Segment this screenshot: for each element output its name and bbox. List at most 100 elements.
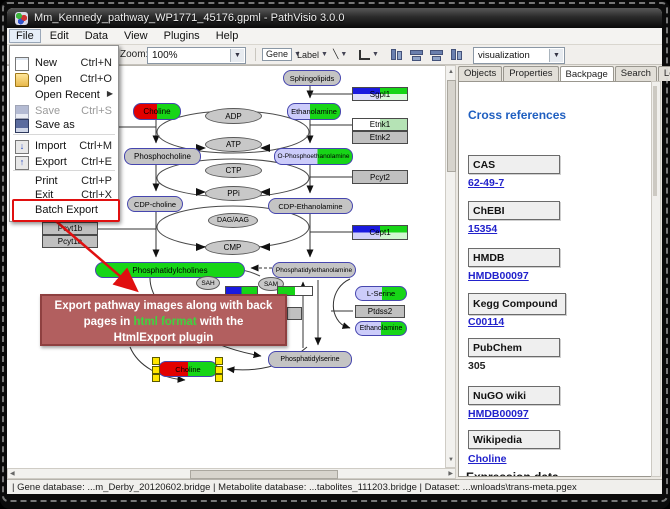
gene-label: Sgpl1 — [370, 90, 390, 99]
gene-node-etnk1[interactable]: Etnk1 — [352, 118, 408, 131]
xref-link-kegg[interactable]: C00114 — [468, 316, 504, 328]
menu-item-open[interactable]: OpenCtrl+O — [11, 71, 117, 87]
xref-header-cas: CAS — [468, 155, 560, 174]
zoom-combobox[interactable]: 100% ▼ — [147, 47, 246, 64]
metabolite-node-dag-aag[interactable]: DAG/AAG — [208, 213, 258, 228]
metabolite-node-adp[interactable]: ADP — [205, 108, 262, 124]
menu-file[interactable]: File — [9, 29, 41, 43]
metabolite-node-cmp[interactable]: CMP — [205, 240, 260, 255]
tab-properties[interactable]: Properties — [503, 66, 558, 81]
metabolite-node-atp[interactable]: ATP — [205, 137, 262, 152]
metabolite-node-phosphatidylserine[interactable]: Phosphatidylserine — [268, 351, 352, 368]
menu-data[interactable]: Data — [78, 29, 115, 43]
callout-highlight: html format — [133, 316, 196, 328]
metabolite-node-phosphocholine[interactable]: Phosphocholine — [124, 148, 201, 165]
xref-link-chebi[interactable]: 15354 — [468, 223, 497, 235]
canvas-vertical-scrollbar[interactable]: ▲ ▼ — [445, 65, 456, 468]
sidebar-panel: Objects Properties Backpage Search Legen… — [456, 65, 662, 479]
metabolite-node-ethanolamine-bottom[interactable]: Ethanolamine — [355, 321, 407, 336]
metabolite-node-l-serine[interactable]: L-Serine — [355, 286, 407, 301]
menu-help[interactable]: Help — [209, 29, 246, 43]
metabolite-node-sphingolipids[interactable]: Sphingolipids — [283, 70, 341, 86]
title-bar[interactable]: Mm_Kennedy_pathway_WP1771_45176.gpml - P… — [7, 8, 662, 28]
selection-handle[interactable] — [152, 357, 160, 365]
gene-node-pcyt1a[interactable]: Pcyt1a — [42, 235, 98, 248]
gene-node-cept1[interactable]: Cept1 — [352, 225, 408, 240]
selection-handle[interactable] — [152, 374, 160, 382]
metabolite-node-choline-selected[interactable]: Choline — [158, 361, 218, 377]
new-label-button[interactable]: Label▼ — [297, 48, 328, 61]
dropdown-arrow-icon[interactable]: ▼ — [340, 51, 347, 58]
xref-value-pubchem: 305 — [468, 360, 486, 372]
menu-plugins[interactable]: Plugins — [157, 29, 207, 43]
metabolite-node-cdp-choline[interactable]: CDP-choline — [127, 196, 183, 212]
label-button-label: Label — [297, 50, 319, 60]
screenshot-root: Sphingolipids Sgpl1 Choline Ethanolamine… — [0, 0, 670, 509]
xref-header-nugo: NuGO wiki — [468, 386, 560, 405]
metabolite-node-ppi[interactable]: PPi — [205, 186, 262, 201]
xref-link-cas[interactable]: 62-49-7 — [468, 177, 504, 189]
scrollbar-thumb[interactable] — [653, 86, 657, 196]
metabolite-node-sah[interactable]: SAH — [196, 276, 220, 290]
tab-search[interactable]: Search — [615, 66, 657, 81]
gene-node-pcyt2[interactable]: Pcyt2 — [352, 170, 408, 184]
common-height-icon[interactable] — [449, 48, 463, 61]
tab-backpage[interactable]: Backpage — [560, 66, 614, 81]
xref-header-chebi: ChEBI — [468, 201, 560, 220]
align-middle-icon[interactable] — [409, 48, 423, 61]
scrollbar-thumb[interactable] — [447, 80, 456, 172]
gene-node-ptdss2[interactable]: Ptdss2 — [355, 305, 405, 318]
selection-handle[interactable] — [215, 374, 223, 382]
xref-header-hmdb: HMDB — [468, 248, 560, 267]
gene-node-pisd[interactable] — [287, 307, 302, 320]
dropdown-arrow-icon[interactable]: ▼ — [549, 49, 563, 62]
xref-link-hmdb[interactable]: HMDB00097 — [468, 270, 529, 282]
metabolite-node-cdp-ethanolamine[interactable]: CDP-Ethanolamine — [268, 198, 353, 214]
metabolite-node-ctp[interactable]: CTP — [205, 163, 262, 178]
selection-handle[interactable] — [215, 366, 223, 374]
metabolite-node-choline-top[interactable]: Choline — [133, 103, 181, 120]
new-gene-button[interactable]: Gene▼ — [262, 48, 301, 61]
selection-handle[interactable] — [152, 366, 160, 374]
gene-node-pcyt1b[interactable]: Pcyt1b — [42, 222, 98, 235]
new-connector-button[interactable]: ▼ — [359, 48, 379, 61]
selection-handle[interactable] — [215, 357, 223, 365]
dropdown-arrow-icon[interactable]: ▼ — [230, 49, 244, 62]
batch-export-highlight — [12, 199, 120, 222]
menu-item-import[interactable]: ↓ ImportCtrl+M — [11, 138, 117, 154]
metabolite-node-phosphatidylcholines[interactable]: Phosphatidylcholines — [95, 262, 245, 278]
tab-objects[interactable]: Objects — [458, 66, 502, 81]
tab-legend[interactable]: Legend — [658, 66, 670, 81]
canvas-horizontal-scrollbar[interactable]: ◀ ▶ — [7, 468, 456, 479]
dropdown-arrow-icon[interactable]: ▼ — [372, 51, 379, 58]
scroll-up-icon[interactable]: ▲ — [448, 68, 454, 77]
metabolite-node-o-phosphoethanolamine[interactable]: O-Phosphoethanolamine — [274, 148, 353, 165]
xref-header-pubchem: PubChem — [468, 338, 560, 357]
common-width-icon[interactable] — [429, 48, 443, 61]
panel-scrollbar[interactable] — [651, 81, 661, 477]
scroll-right-icon[interactable]: ▶ — [448, 470, 453, 479]
visualization-combobox[interactable]: visualization ▼ — [473, 47, 565, 64]
scroll-down-icon[interactable]: ▼ — [448, 456, 454, 465]
file-menu-popup: NewCtrl+N OpenCtrl+O Open Recent▶ SaveCt… — [9, 45, 119, 222]
menu-item-new[interactable]: NewCtrl+N — [11, 55, 117, 71]
menu-item-save-as[interactable]: Save as — [11, 117, 117, 133]
menu-edit[interactable]: Edit — [43, 29, 76, 43]
scrollbar-thumb[interactable] — [190, 470, 338, 479]
gene-node-etnk2[interactable]: Etnk2 — [352, 131, 408, 144]
menu-item-export[interactable]: ↑ ExportCtrl+E — [11, 154, 117, 170]
gene-node-sgpl1[interactable]: Sgpl1 — [352, 87, 408, 101]
submenu-arrow-icon: ▶ — [107, 89, 113, 98]
new-line-button[interactable]: ╲▼ — [333, 48, 347, 61]
dropdown-arrow-icon[interactable]: ▼ — [321, 51, 328, 58]
metabolite-node-ethanolamine-top[interactable]: Ethanolamine — [287, 103, 341, 120]
metabolite-node-phosphatidylethanolamine[interactable]: Phosphatidylethanolamine — [272, 262, 356, 278]
menu-view[interactable]: View — [117, 29, 155, 43]
tutorial-callout: Export pathway images along with back pa… — [40, 294, 287, 346]
xref-link-wikipedia[interactable]: Choline — [468, 453, 507, 465]
menu-item-open-recent[interactable]: Open Recent▶ — [11, 87, 117, 103]
align-center-icon[interactable] — [389, 48, 403, 61]
cross-references-heading: Cross references — [468, 108, 566, 122]
scroll-left-icon[interactable]: ◀ — [10, 470, 15, 479]
xref-link-nugo[interactable]: HMDB00097 — [468, 408, 529, 420]
